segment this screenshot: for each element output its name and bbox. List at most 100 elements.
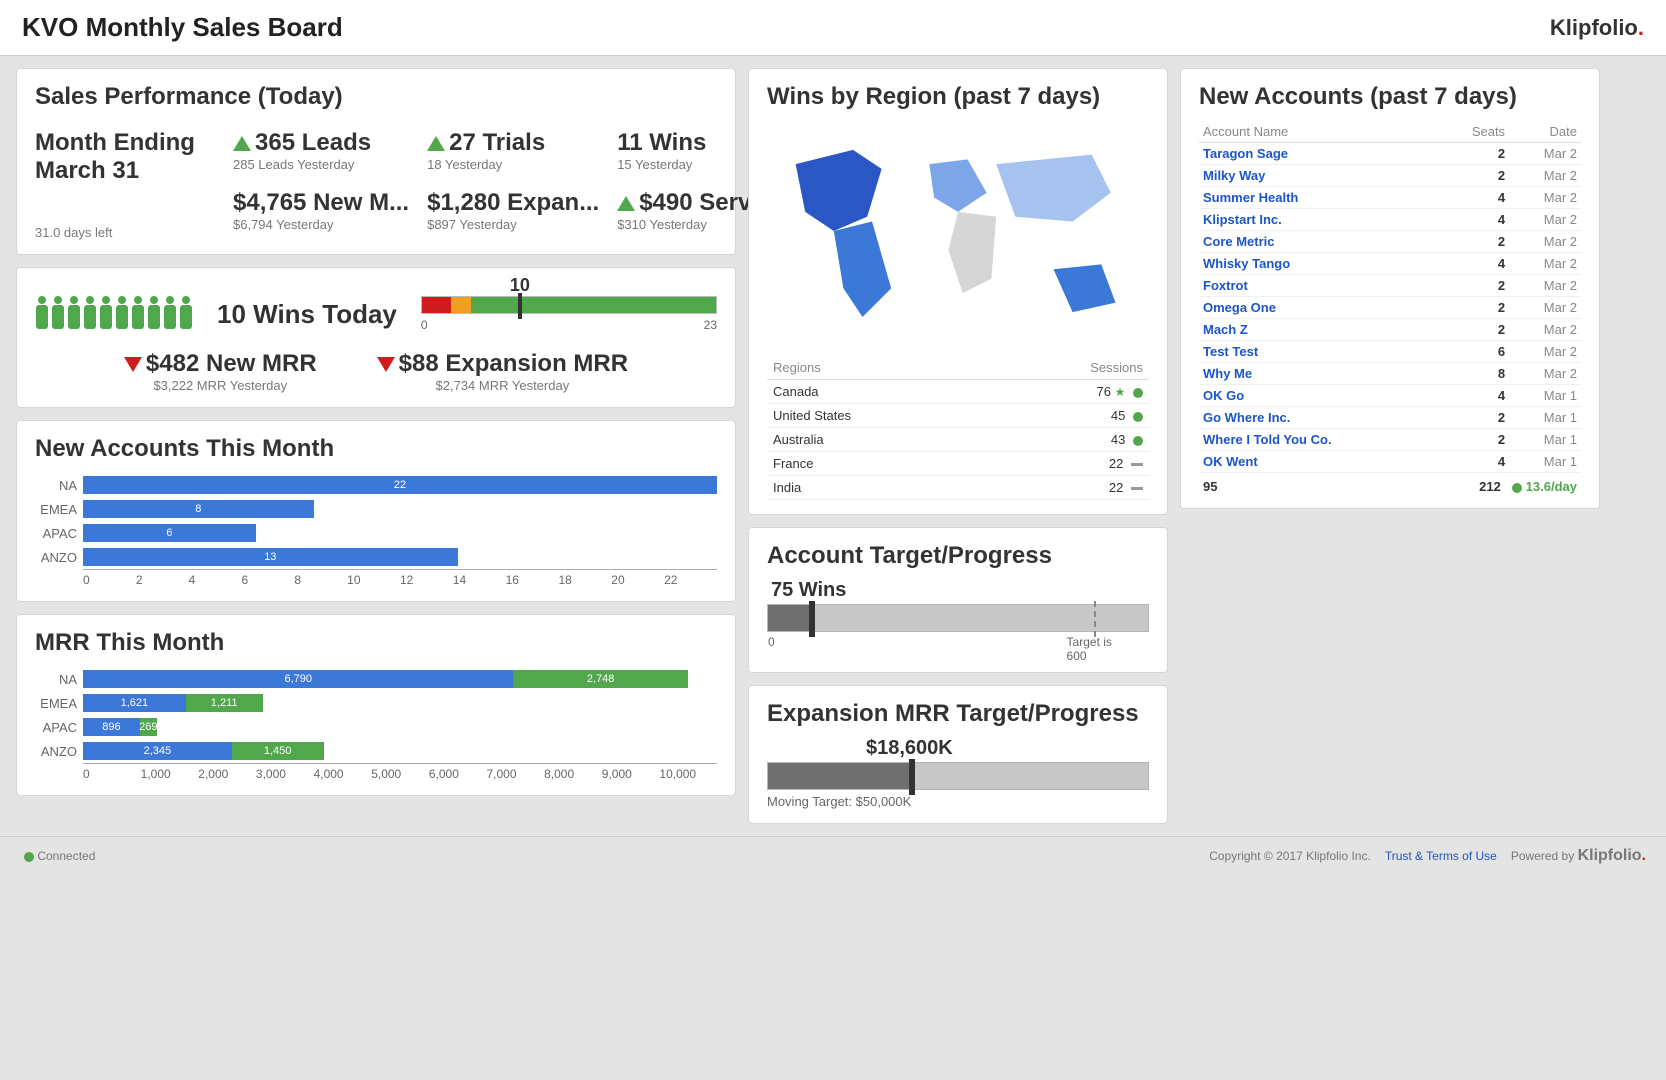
bar-row: NA6,7902,748 xyxy=(35,667,717,691)
table-row: Why Me8Mar 2 xyxy=(1199,363,1581,385)
avg-new-mrr: $482 New MRR $3,222 MRR Yesterday xyxy=(124,350,317,393)
progress-bar: 75 WinsTarget is 6000 xyxy=(767,604,1149,632)
account-link[interactable]: Core Metric xyxy=(1203,234,1275,249)
person-icon xyxy=(51,296,65,332)
bar-row: EMEA8 xyxy=(35,497,717,521)
account-link[interactable]: Foxtrot xyxy=(1203,278,1248,293)
world-map xyxy=(767,121,1149,346)
table-row: Taragon Sage2Mar 2 xyxy=(1199,143,1581,165)
up-arrow-icon xyxy=(617,196,635,211)
table-row: Foxtrot2Mar 2 xyxy=(1199,275,1581,297)
table-row: United States45 xyxy=(767,404,1149,428)
avg-expansion-mrr: $88 Expansion MRR $2,734 MRR Yesterday xyxy=(377,350,628,393)
connection-status: Connected xyxy=(20,849,95,863)
person-icon xyxy=(83,296,97,332)
table-row: OK Went4Mar 1 xyxy=(1199,451,1581,473)
card-title: MRR This Month xyxy=(35,629,717,657)
terms-link[interactable]: Trust & Terms of Use xyxy=(1385,849,1497,863)
account-link[interactable]: Summer Health xyxy=(1203,190,1298,205)
account-link[interactable]: OK Went xyxy=(1203,454,1258,469)
account-link[interactable]: Whisky Tango xyxy=(1203,256,1290,271)
moving-target-note: Moving Target: $50,000K xyxy=(767,794,1149,809)
down-arrow-icon xyxy=(377,357,395,372)
card-wins-today: 10 Wins Today 10 023 $482 New MRR $3,222… xyxy=(16,267,736,408)
person-icon xyxy=(163,296,177,332)
table-row: Test Test6Mar 2 xyxy=(1199,341,1581,363)
card-title: Account Target/Progress xyxy=(767,542,1149,570)
table-row: Go Where Inc.2Mar 1 xyxy=(1199,407,1581,429)
bar-row: APAC896269 xyxy=(35,715,717,739)
people-icons xyxy=(35,296,193,332)
account-link[interactable]: Milky Way xyxy=(1203,168,1265,183)
month-ending-label: Month Ending March 31 xyxy=(35,129,215,185)
days-left: 31.0 days left xyxy=(35,225,215,240)
accounts-totals: 95 212 13.6/day xyxy=(1199,473,1581,494)
table-row: India22 xyxy=(767,476,1149,500)
table-row: Klipstart Inc.4Mar 2 xyxy=(1199,209,1581,231)
bar-chart: NA22EMEA8APAC6ANZO130246810121416182022 xyxy=(35,473,717,587)
person-icon xyxy=(99,296,113,332)
table-row: Summer Health4Mar 2 xyxy=(1199,187,1581,209)
person-icon xyxy=(35,296,49,332)
progress-bar: $18,600K xyxy=(767,762,1149,790)
down-arrow-icon xyxy=(124,357,142,372)
account-link[interactable]: Omega One xyxy=(1203,300,1276,315)
wins-today-label: 10 Wins Today xyxy=(217,299,397,330)
person-icon xyxy=(67,296,81,332)
card-account-target: Account Target/Progress 75 WinsTarget is… xyxy=(748,527,1168,673)
bar-row: NA22 xyxy=(35,473,717,497)
card-title: Sales Performance (Today) xyxy=(35,83,717,111)
card-wins-by-region: Wins by Region (past 7 days) Regions Ses… xyxy=(748,68,1168,515)
table-row: OK Go4Mar 1 xyxy=(1199,385,1581,407)
card-mrr-month: MRR This Month NA6,7902,748EMEA1,6211,21… xyxy=(16,614,736,796)
kpi-new-mrr: $4,765 New M... $6,794 Yesterday xyxy=(233,189,409,241)
app-footer: Connected Copyright © 2017 Klipfolio Inc… xyxy=(0,836,1666,875)
kpi-trials: 27 Trials 18 Yesterday xyxy=(427,129,599,181)
person-icon xyxy=(179,296,193,332)
kpi-leads: 365 Leads 285 Leads Yesterday xyxy=(233,129,409,181)
person-icon xyxy=(131,296,145,332)
card-title: New Accounts (past 7 days) xyxy=(1199,83,1581,111)
bar-row: APAC6 xyxy=(35,521,717,545)
powered-by: Powered by Klipfolio. xyxy=(1511,847,1646,865)
table-row: Where I Told You Co.2Mar 1 xyxy=(1199,429,1581,451)
card-new-accounts-month: New Accounts This Month NA22EMEA8APAC6AN… xyxy=(16,420,736,602)
table-row: Omega One2Mar 2 xyxy=(1199,297,1581,319)
card-sales-performance: Sales Performance (Today) Month Ending M… xyxy=(16,68,736,255)
wins-gauge: 10 023 xyxy=(421,296,717,332)
account-link[interactable]: Go Where Inc. xyxy=(1203,410,1290,425)
up-arrow-icon xyxy=(233,136,251,151)
page-title: KVO Monthly Sales Board xyxy=(22,12,343,43)
table-row: Milky Way2Mar 2 xyxy=(1199,165,1581,187)
card-expansion-target: Expansion MRR Target/Progress $18,600K M… xyxy=(748,685,1168,824)
up-arrow-icon xyxy=(427,136,445,151)
account-link[interactable]: Test Test xyxy=(1203,344,1258,359)
bar-row: ANZO13 xyxy=(35,545,717,569)
card-title: Wins by Region (past 7 days) xyxy=(767,83,1149,111)
account-link[interactable]: Mach Z xyxy=(1203,322,1248,337)
bar-row: ANZO2,3451,450 xyxy=(35,739,717,763)
person-icon xyxy=(147,296,161,332)
table-row: Australia43 xyxy=(767,428,1149,452)
table-row: Whisky Tango4Mar 2 xyxy=(1199,253,1581,275)
regions-table: Regions Sessions Canada76 ★ United State… xyxy=(767,356,1149,500)
account-link[interactable]: Taragon Sage xyxy=(1203,146,1288,161)
account-link[interactable]: OK Go xyxy=(1203,388,1244,403)
table-row: Mach Z2Mar 2 xyxy=(1199,319,1581,341)
kpi-expansion-mrr: $1,280 Expan... $897 Yesterday xyxy=(427,189,599,241)
account-link[interactable]: Klipstart Inc. xyxy=(1203,212,1282,227)
card-new-accounts: New Accounts (past 7 days) Account Name … xyxy=(1180,68,1600,509)
bar-row: EMEA1,6211,211 xyxy=(35,691,717,715)
table-row: France22 xyxy=(767,452,1149,476)
brand-logo: Klipfolio. xyxy=(1550,15,1644,41)
account-link[interactable]: Where I Told You Co. xyxy=(1203,432,1332,447)
table-row: Core Metric2Mar 2 xyxy=(1199,231,1581,253)
stacked-bar-chart: NA6,7902,748EMEA1,6211,211APAC896269ANZO… xyxy=(35,667,717,781)
copyright: Copyright © 2017 Klipfolio Inc. xyxy=(1209,849,1371,863)
app-header: KVO Monthly Sales Board Klipfolio. xyxy=(0,0,1666,56)
table-row: Canada76 ★ xyxy=(767,380,1149,404)
card-title: Expansion MRR Target/Progress xyxy=(767,700,1149,728)
card-title: New Accounts This Month xyxy=(35,435,717,463)
account-link[interactable]: Why Me xyxy=(1203,366,1252,381)
accounts-table: Account Name Seats Date Taragon Sage2Mar… xyxy=(1199,121,1581,473)
